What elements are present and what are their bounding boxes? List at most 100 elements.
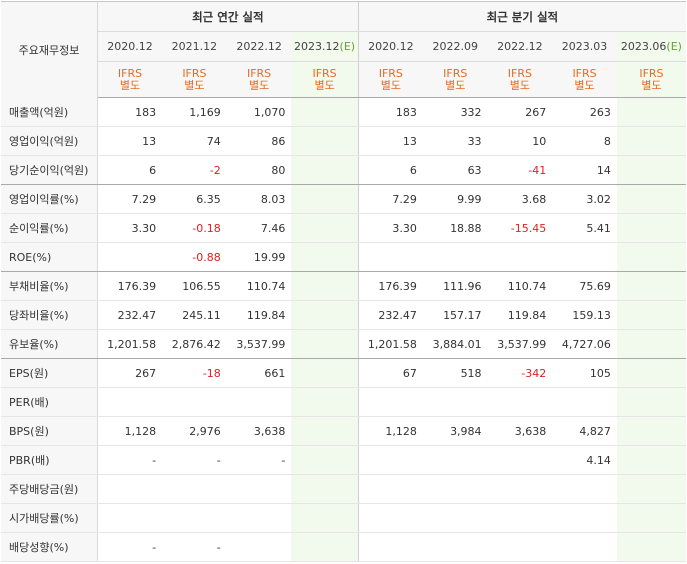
annual-value-cell <box>291 213 359 243</box>
annual-value-cell: 245.11 <box>162 300 227 330</box>
table-row: PER(배) <box>1 387 686 417</box>
quarter-value-cell <box>616 532 686 562</box>
annual-value-cell: 1,070 <box>226 97 292 127</box>
table-row: 영업이익률(%) 7.29 6.35 8.03 7.29 9.99 3.68 3.02 <box>1 184 686 214</box>
row-label: 배당성향(%) <box>1 532 98 562</box>
annual-ifrs-0: IFRS 별도 <box>97 61 163 98</box>
quarter-value-cell: 332 <box>422 97 488 127</box>
quarter-value-cell: 105 <box>552 358 617 388</box>
quarter-period-4: 2023.06(E) <box>616 31 686 62</box>
annual-value-cell: 6.35 <box>162 184 227 214</box>
table-row: BPS(원) 1,128 2,976 3,638 1,128 3,984 3,638 4,82… <box>1 416 686 446</box>
annual-value-cell: 8.03 <box>226 184 292 214</box>
quarter-value-cell <box>422 387 488 417</box>
quarter-period-0: 2020.12 <box>358 31 423 62</box>
quarter-value-cell: 3,638 <box>487 416 553 446</box>
annual-value-cell: 1,169 <box>162 97 227 127</box>
annual-value-cell <box>226 503 292 533</box>
quarter-value-cell: 4.14 <box>552 445 617 475</box>
quarter-value-cell <box>616 242 686 272</box>
quarter-value-cell: 10 <box>487 126 553 156</box>
quarter-value-cell: 67 <box>358 358 423 388</box>
ifrs-basis-label: 별도 <box>248 78 270 92</box>
annual-value-cell: 3,537.99 <box>226 329 292 359</box>
quarter-ifrs-2: IFRS 별도 <box>487 61 553 98</box>
annual-value-cell <box>226 387 292 417</box>
quarter-value-cell: 18.88 <box>422 213 488 243</box>
table-row: 시가배당률(%) <box>1 503 686 533</box>
quarter-value-cell <box>552 532 617 562</box>
annual-value-cell <box>162 387 227 417</box>
quarter-period-label: 2020.12 <box>368 40 414 53</box>
annual-value-cell: 7.46 <box>226 213 292 243</box>
annual-value-cell: 106.55 <box>162 271 227 301</box>
quarter-value-cell: 183 <box>358 97 423 127</box>
annual-value-cell <box>97 503 163 533</box>
quarter-value-cell <box>422 503 488 533</box>
quarter-ifrs-4: IFRS 별도 <box>616 61 686 98</box>
table-row: 부채비율(%) 176.39 106.55 110.74 176.39 111.96 110… <box>1 271 686 301</box>
quarter-value-cell <box>616 445 686 475</box>
ifrs-basis-label: 별도 <box>380 78 401 92</box>
quarter-value-cell: 232.47 <box>358 300 423 330</box>
quarter-value-cell: 119.84 <box>487 300 553 330</box>
quarter-value-cell <box>552 387 617 417</box>
annual-value-cell: 267 <box>97 358 163 388</box>
annual-period-label: 2020.12 <box>107 40 153 53</box>
annual-value-cell <box>291 503 359 533</box>
quarter-value-cell <box>616 213 686 243</box>
quarter-value-cell <box>616 300 686 330</box>
ifrs-label: IFRS <box>378 66 403 80</box>
quarter-value-cell: 6 <box>358 155 423 185</box>
annual-value-cell: 3,638 <box>226 416 292 446</box>
ifrs-label: IFRS <box>639 66 664 80</box>
annual-value-cell <box>291 126 359 156</box>
annual-value-cell: 183 <box>97 97 163 127</box>
quarter-value-cell: 8 <box>552 126 617 156</box>
quarter-ifrs-1: IFRS 별도 <box>422 61 488 98</box>
ifrs-label: IFRS <box>312 66 337 80</box>
annual-value-cell: -0.88 <box>162 242 227 272</box>
quarter-value-cell: -342 <box>487 358 553 388</box>
ifrs-basis-label: 별도 <box>445 78 466 92</box>
row-label: 유보율(%) <box>1 329 98 359</box>
table-row: ROE(%) -0.88 19.99 <box>1 242 686 272</box>
quarter-value-cell: 3,884.01 <box>422 329 488 359</box>
annual-value-cell: 3.30 <box>97 213 163 243</box>
quarter-value-cell <box>358 445 423 475</box>
annual-value-cell: 119.84 <box>226 300 292 330</box>
ifrs-basis-label: 별도 <box>184 78 205 92</box>
quarter-value-cell: 3.30 <box>358 213 423 243</box>
table-row: 유보율(%) 1,201.58 2,876.42 3,537.99 1,201.58 3,… <box>1 329 686 359</box>
quarter-value-cell: 1,201.58 <box>358 329 423 359</box>
quarter-ifrs-0: IFRS 별도 <box>358 61 423 98</box>
table-row: 당기순이익(억원) 6 -2 80 6 63 -41 14 <box>1 155 686 185</box>
ifrs-label: IFRS <box>443 66 468 80</box>
annual-value-cell <box>291 300 359 330</box>
annual-value-cell: -18 <box>162 358 227 388</box>
annual-value-cell <box>291 416 359 446</box>
quarter-value-cell <box>616 271 686 301</box>
quarter-value-cell: 111.96 <box>422 271 488 301</box>
table-row: 배당성향(%) - - <box>1 532 686 562</box>
quarter-value-cell: -41 <box>487 155 553 185</box>
quarter-value-cell <box>552 474 617 504</box>
quarter-value-cell: 5.41 <box>552 213 617 243</box>
annual-group-title: 최근 연간 실적 <box>97 1 359 32</box>
quarter-value-cell: 159.13 <box>552 300 617 330</box>
quarter-period-1: 2022.09 <box>422 31 488 62</box>
annual-value-cell <box>162 503 227 533</box>
row-label: 영업이익(억원) <box>1 126 98 156</box>
annual-value-cell: 19.99 <box>226 242 292 272</box>
ifrs-basis-label: 별도 <box>119 78 141 92</box>
quarter-value-cell <box>552 503 617 533</box>
annual-value-cell <box>291 155 359 185</box>
table-row: 당좌비율(%) 232.47 245.11 119.84 232.47 157.17 119… <box>1 300 686 330</box>
quarter-value-cell <box>616 126 686 156</box>
quarter-value-cell: 176.39 <box>358 271 423 301</box>
row-label: 시가배당률(%) <box>1 503 98 533</box>
annual-period-label: 2022.12 <box>236 40 282 53</box>
quarter-period-3: 2023.03 <box>552 31 617 62</box>
annual-value-cell <box>162 474 227 504</box>
quarter-value-cell: 157.17 <box>422 300 488 330</box>
